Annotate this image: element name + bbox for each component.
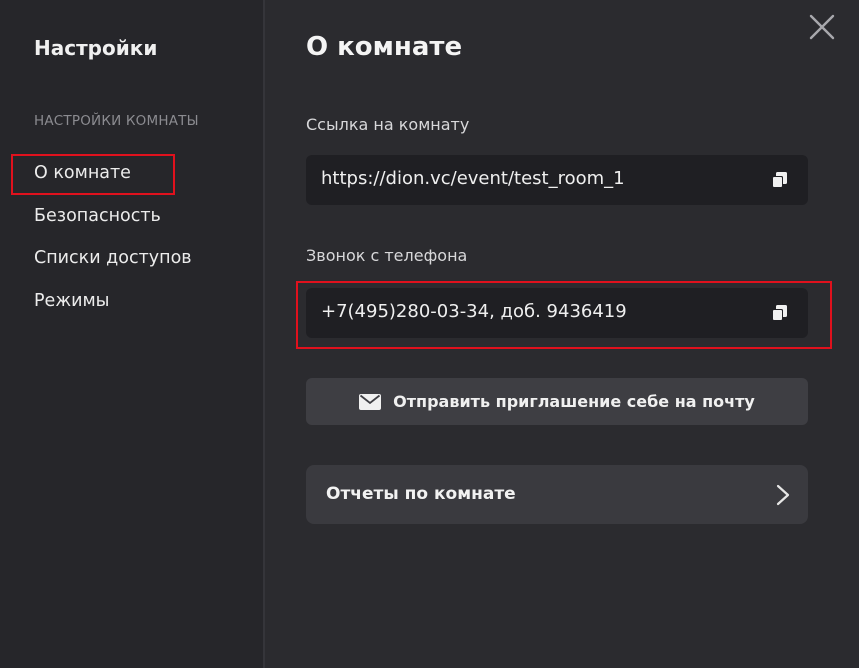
send-invite-label: Отправить приглашение себе на почту xyxy=(393,392,755,411)
page-title: О комнате xyxy=(306,32,463,62)
phone-field: +7(495)280-03-34, доб. 9436419 xyxy=(306,288,808,338)
room-link-value: https://dion.vc/event/test_room_1 xyxy=(321,168,625,189)
sidebar-item-security[interactable]: Безопасность xyxy=(34,206,161,226)
sidebar-item-access-lists[interactable]: Списки доступов xyxy=(34,248,192,268)
room-link-field: https://dion.vc/event/test_room_1 xyxy=(306,155,808,205)
room-link-label: Ссылка на комнату xyxy=(306,115,470,134)
sidebar-section-heading: НАСТРОЙКИ КОМНАТЫ xyxy=(34,113,199,129)
copy-icon[interactable] xyxy=(770,303,790,323)
copy-icon[interactable] xyxy=(770,170,790,190)
settings-sidebar: Настройки НАСТРОЙКИ КОМНАТЫ О комнате Бе… xyxy=(0,0,265,668)
sidebar-item-about-room[interactable]: О комнате xyxy=(34,163,131,183)
room-reports-item[interactable]: Отчеты по комнате xyxy=(306,465,808,524)
send-invite-button[interactable]: Отправить приглашение себе на почту xyxy=(306,378,808,425)
room-reports-label: Отчеты по комнате xyxy=(326,484,516,504)
phone-label: Звонок с телефона xyxy=(306,246,468,265)
sidebar-item-modes[interactable]: Режимы xyxy=(34,291,109,311)
sidebar-title: Настройки xyxy=(34,36,158,60)
chevron-right-icon xyxy=(776,484,790,506)
envelope-icon xyxy=(359,393,382,410)
phone-value: +7(495)280-03-34, доб. 9436419 xyxy=(321,301,627,322)
close-icon[interactable] xyxy=(809,14,835,40)
